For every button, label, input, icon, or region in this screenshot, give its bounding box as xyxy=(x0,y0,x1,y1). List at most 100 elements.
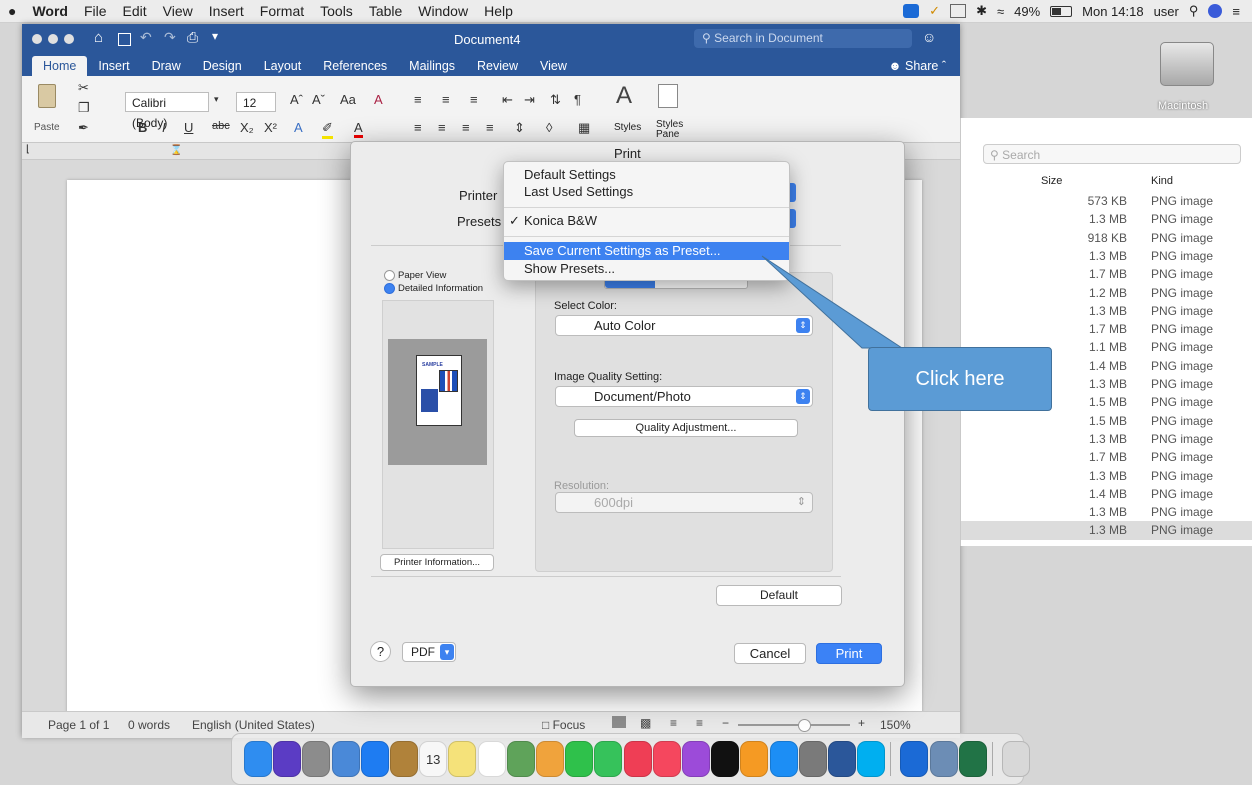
app-menu[interactable]: Word xyxy=(24,3,76,19)
macintosh-hd-label[interactable]: Macintosh xyxy=(1158,100,1208,112)
grow-font-icon[interactable]: Aˆ xyxy=(290,92,303,107)
print-quick-icon[interactable]: ⎙ xyxy=(187,29,198,46)
paper-view-radio[interactable] xyxy=(384,270,395,281)
italic-icon[interactable]: I xyxy=(162,120,166,135)
styles-label[interactable]: Styles xyxy=(614,122,641,133)
decrease-indent-icon[interactable]: ⇤ xyxy=(502,92,513,108)
vpn-status-icon[interactable]: ✓ xyxy=(929,3,940,19)
tab-insert[interactable]: Insert xyxy=(87,56,140,76)
close-window-button[interactable] xyxy=(32,34,42,44)
books-icon[interactable] xyxy=(740,741,769,777)
music-icon[interactable] xyxy=(652,741,681,777)
clock[interactable]: Mon 14:18 xyxy=(1082,4,1143,19)
shrink-font-icon[interactable]: Aˇ xyxy=(312,92,325,107)
facetime-icon[interactable] xyxy=(594,741,623,777)
tab-design[interactable]: Design xyxy=(192,56,253,76)
detailed-info-radio[interactable] xyxy=(384,283,395,294)
file-row[interactable]: 1.7 MB PNG image xyxy=(961,448,1252,466)
underline-icon[interactable]: U xyxy=(184,120,193,135)
macintosh-hd-icon[interactable] xyxy=(1160,42,1214,86)
menu-edit[interactable]: Edit xyxy=(115,3,155,19)
system-preferences-icon[interactable] xyxy=(798,741,827,777)
file-row[interactable]: 1.7 MB PNG image xyxy=(961,320,1252,338)
zoom-window-button[interactable] xyxy=(64,34,74,44)
calendar-icon[interactable]: 13 xyxy=(419,741,448,777)
file-row[interactable]: 1.3 MB PNG image xyxy=(961,430,1252,448)
file-row[interactable]: 1.3 MB PNG image xyxy=(961,503,1252,521)
tab-layout[interactable]: Layout xyxy=(253,56,313,76)
share-button[interactable]: ☻ Share ˆ xyxy=(874,56,960,76)
file-row[interactable]: 1.4 MB PNG image xyxy=(961,485,1252,503)
notes-icon[interactable] xyxy=(448,741,477,777)
search-document-box[interactable]: ⚲ Search in Document xyxy=(694,29,912,48)
shading-icon[interactable]: ◊ xyxy=(546,120,552,135)
menu-window[interactable]: Window xyxy=(410,3,476,19)
screenshot-status-icon[interactable] xyxy=(950,4,967,18)
file-row[interactable]: 1.3 MB PNG image xyxy=(961,247,1252,265)
user-menu[interactable]: user xyxy=(1154,4,1179,19)
redo-icon[interactable]: ↷ xyxy=(164,29,176,46)
page-count[interactable]: Page 1 of 1 xyxy=(48,718,109,732)
trash-icon[interactable] xyxy=(1002,741,1030,777)
zoom-slider-thumb[interactable] xyxy=(798,719,811,732)
finder-search-box[interactable]: ⚲ Search xyxy=(983,144,1241,164)
undo-icon[interactable]: ↶ xyxy=(140,29,152,46)
font-size-select[interactable]: 12 xyxy=(236,92,276,112)
cut-icon[interactable]: ✂ xyxy=(78,80,89,96)
tv-icon[interactable] xyxy=(711,741,740,777)
tab-home[interactable]: Home xyxy=(32,56,88,76)
tab-mailings[interactable]: Mailings xyxy=(398,56,466,76)
file-row[interactable]: 1.3 MB PNG image xyxy=(961,467,1252,485)
format-painter-icon[interactable]: ✒ xyxy=(78,120,89,136)
contacts-icon[interactable] xyxy=(390,741,418,777)
highlight-color-icon[interactable]: ✐ xyxy=(322,120,333,139)
file-row[interactable]: 1.2 MB PNG image xyxy=(961,284,1252,302)
draft-view-icon[interactable]: ≡ xyxy=(696,716,703,730)
siri-icon[interactable] xyxy=(273,741,302,777)
menu-help[interactable]: Help xyxy=(476,3,521,19)
battery-percent[interactable]: 49% xyxy=(1014,4,1040,19)
notification-center-icon[interactable]: ≡ xyxy=(1232,4,1240,19)
copy-icon[interactable]: ❐ xyxy=(78,100,90,116)
preset-item-default[interactable]: Default Settings xyxy=(504,166,789,184)
preset-item-last-used[interactable]: Last Used Settings xyxy=(504,183,789,201)
bluetooth-icon[interactable]: ✱ xyxy=(976,3,987,19)
preset-item-show-presets[interactable]: Show Presets... xyxy=(504,260,789,278)
show-paragraph-marks-icon[interactable]: ¶ xyxy=(574,92,581,107)
maps-icon[interactable] xyxy=(506,741,535,777)
styles-pane-icon[interactable] xyxy=(658,84,678,108)
multilevel-list-icon[interactable]: ≡ xyxy=(470,92,478,107)
text-effects-icon[interactable]: A xyxy=(294,120,303,135)
siri-status-icon[interactable] xyxy=(1208,4,1223,18)
teamviewer-icon[interactable] xyxy=(900,741,929,777)
zoom-slider[interactable] xyxy=(738,719,850,732)
safari-icon[interactable] xyxy=(360,741,389,777)
print-button[interactable]: Print xyxy=(816,643,882,664)
menu-view[interactable]: View xyxy=(155,3,201,19)
photos-icon[interactable] xyxy=(536,741,564,777)
quality-adjustment-button[interactable]: Quality Adjustment... xyxy=(574,419,798,437)
superscript-icon[interactable]: X² xyxy=(264,120,277,135)
menu-file[interactable]: File xyxy=(76,3,115,19)
image-capture-icon[interactable] xyxy=(929,741,958,777)
styles-pane-label[interactable]: Styles Pane xyxy=(656,120,690,140)
customize-toolbar-icon[interactable]: ▾ xyxy=(212,29,218,43)
increase-indent-icon[interactable]: ⇥ xyxy=(524,92,535,108)
subscript-icon[interactable]: X₂ xyxy=(240,120,254,135)
indent-marker-icon[interactable]: ⌛ xyxy=(170,145,182,156)
file-row[interactable]: 918 KB PNG image xyxy=(961,229,1252,247)
tab-review[interactable]: Review xyxy=(466,56,529,76)
default-button[interactable]: Default xyxy=(716,585,842,606)
zoom-level[interactable]: 150% xyxy=(880,718,911,732)
skype-icon[interactable] xyxy=(857,741,886,777)
file-row[interactable]: 1.3 MB PNG image xyxy=(961,521,1252,540)
justify-icon[interactable]: ≡ xyxy=(486,120,494,135)
tab-stop-selector-icon[interactable]: ⌊ xyxy=(26,144,30,155)
preset-item-save-current[interactable]: Save Current Settings as Preset... xyxy=(504,242,789,260)
line-spacing-icon[interactable]: ⇕ xyxy=(514,120,525,136)
tab-draw[interactable]: Draw xyxy=(141,56,192,76)
menu-insert[interactable]: Insert xyxy=(201,3,252,19)
podcasts-icon[interactable] xyxy=(682,741,710,777)
numbering-icon[interactable]: ≡ xyxy=(442,92,450,107)
styles-gallery-icon[interactable]: A xyxy=(616,82,632,110)
